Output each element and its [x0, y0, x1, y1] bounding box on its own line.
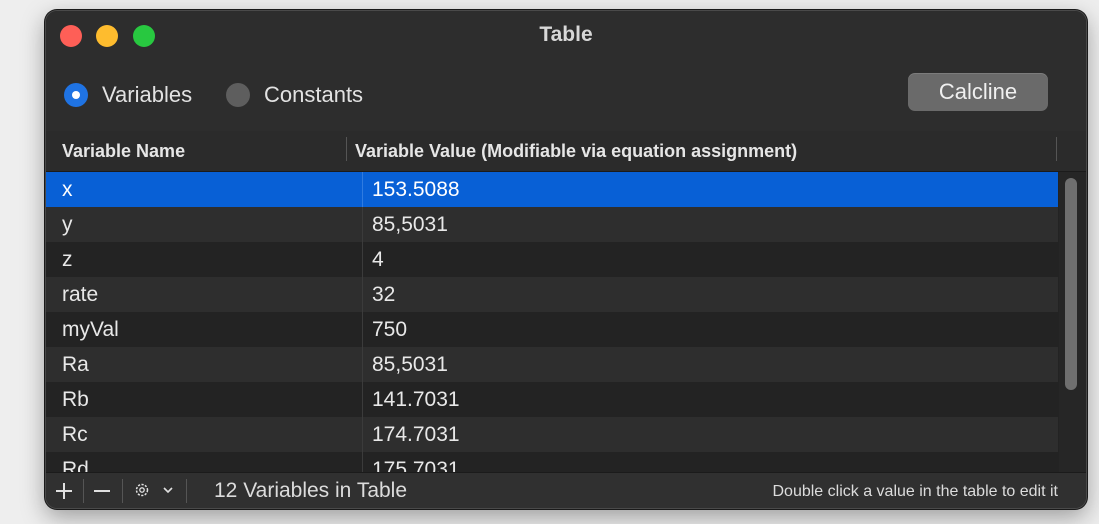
column-divider[interactable]: [1056, 137, 1057, 161]
variable-value-cell[interactable]: 32: [362, 277, 1058, 312]
table-row[interactable]: Ra 85,5031: [46, 347, 1058, 382]
radio-unselected-icon: [226, 83, 250, 107]
calcline-button[interactable]: Calcline: [908, 73, 1048, 111]
constants-radio[interactable]: Constants: [226, 82, 363, 108]
plus-icon: [56, 483, 72, 499]
table-row[interactable]: Rb 141.7031: [46, 382, 1058, 417]
table-row[interactable]: rate 32: [46, 277, 1058, 312]
constants-radio-label: Constants: [264, 82, 364, 107]
minus-icon: [94, 490, 110, 492]
variable-name-cell[interactable]: x: [46, 172, 362, 207]
variable-value-cell[interactable]: 175.7031: [362, 452, 1058, 472]
remove-variable-button[interactable]: [90, 479, 114, 503]
title-bar: Table: [46, 11, 1086, 61]
footer-divider: [122, 479, 123, 503]
toolbar: Variables Constants Calcline: [46, 61, 1086, 131]
table-row[interactable]: x 153.5088: [46, 172, 1058, 207]
column-header-name[interactable]: Variable Name: [62, 131, 185, 174]
variables-radio[interactable]: Variables: [64, 82, 192, 108]
table-window: Table Variables Constants Calcline Varia…: [45, 10, 1087, 509]
variable-value-cell[interactable]: 4: [362, 242, 1058, 277]
table-header: Variable Name Variable Value (Modifiable…: [46, 131, 1086, 172]
table-row[interactable]: Rd 175.7031: [46, 452, 1058, 472]
column-header-value[interactable]: Variable Value (Modifiable via equation …: [355, 131, 797, 174]
variable-name-cell[interactable]: Ra: [46, 347, 362, 382]
variable-name-cell[interactable]: myVal: [46, 312, 362, 347]
add-variable-button[interactable]: [52, 479, 76, 503]
variable-value-cell[interactable]: 141.7031: [362, 382, 1058, 417]
variable-name-cell[interactable]: rate: [46, 277, 362, 312]
footer-divider: [186, 479, 187, 503]
variable-value-cell[interactable]: 153.5088: [362, 172, 1058, 207]
radio-selected-icon: [64, 83, 88, 107]
column-divider[interactable]: [346, 137, 347, 161]
variable-name-cell[interactable]: Rb: [46, 382, 362, 417]
variable-value-cell[interactable]: 85,5031: [362, 347, 1058, 382]
variable-name-cell[interactable]: Rd: [46, 452, 362, 472]
variable-name-cell[interactable]: y: [46, 207, 362, 242]
gear-icon: [135, 483, 149, 497]
chevron-down-icon: [163, 487, 173, 494]
table-row[interactable]: myVal 750: [46, 312, 1058, 347]
variable-value-cell[interactable]: 750: [362, 312, 1058, 347]
variables-radio-label: Variables: [102, 82, 193, 107]
table-row[interactable]: z4: [46, 242, 1058, 277]
window-title: Table: [539, 23, 593, 46]
footer-bar: 12 Variables in Table Double click a val…: [46, 472, 1086, 508]
table-row[interactable]: y 85,5031: [46, 207, 1058, 242]
scrollbar-thumb[interactable]: [1065, 178, 1077, 390]
footer-divider: [83, 479, 84, 503]
variable-count: 12 Variables in Table: [214, 479, 408, 502]
table-body: x 153.5088 y 85,5031 z 4 rate 32 myVal 750 Ra 85,50…: [46, 172, 1058, 472]
variable-value-cell[interactable]: 85,5031: [362, 207, 1058, 242]
variable-name-cell[interactable]: z: [46, 242, 362, 277]
edit-hint: Double click a value in the table to edi…: [772, 483, 1059, 500]
variable-value-cell[interactable]: 174.7031: [362, 417, 1058, 452]
variable-name-cell[interactable]: Rc: [46, 417, 362, 452]
table-row[interactable]: Rc 174.7031: [46, 417, 1058, 452]
